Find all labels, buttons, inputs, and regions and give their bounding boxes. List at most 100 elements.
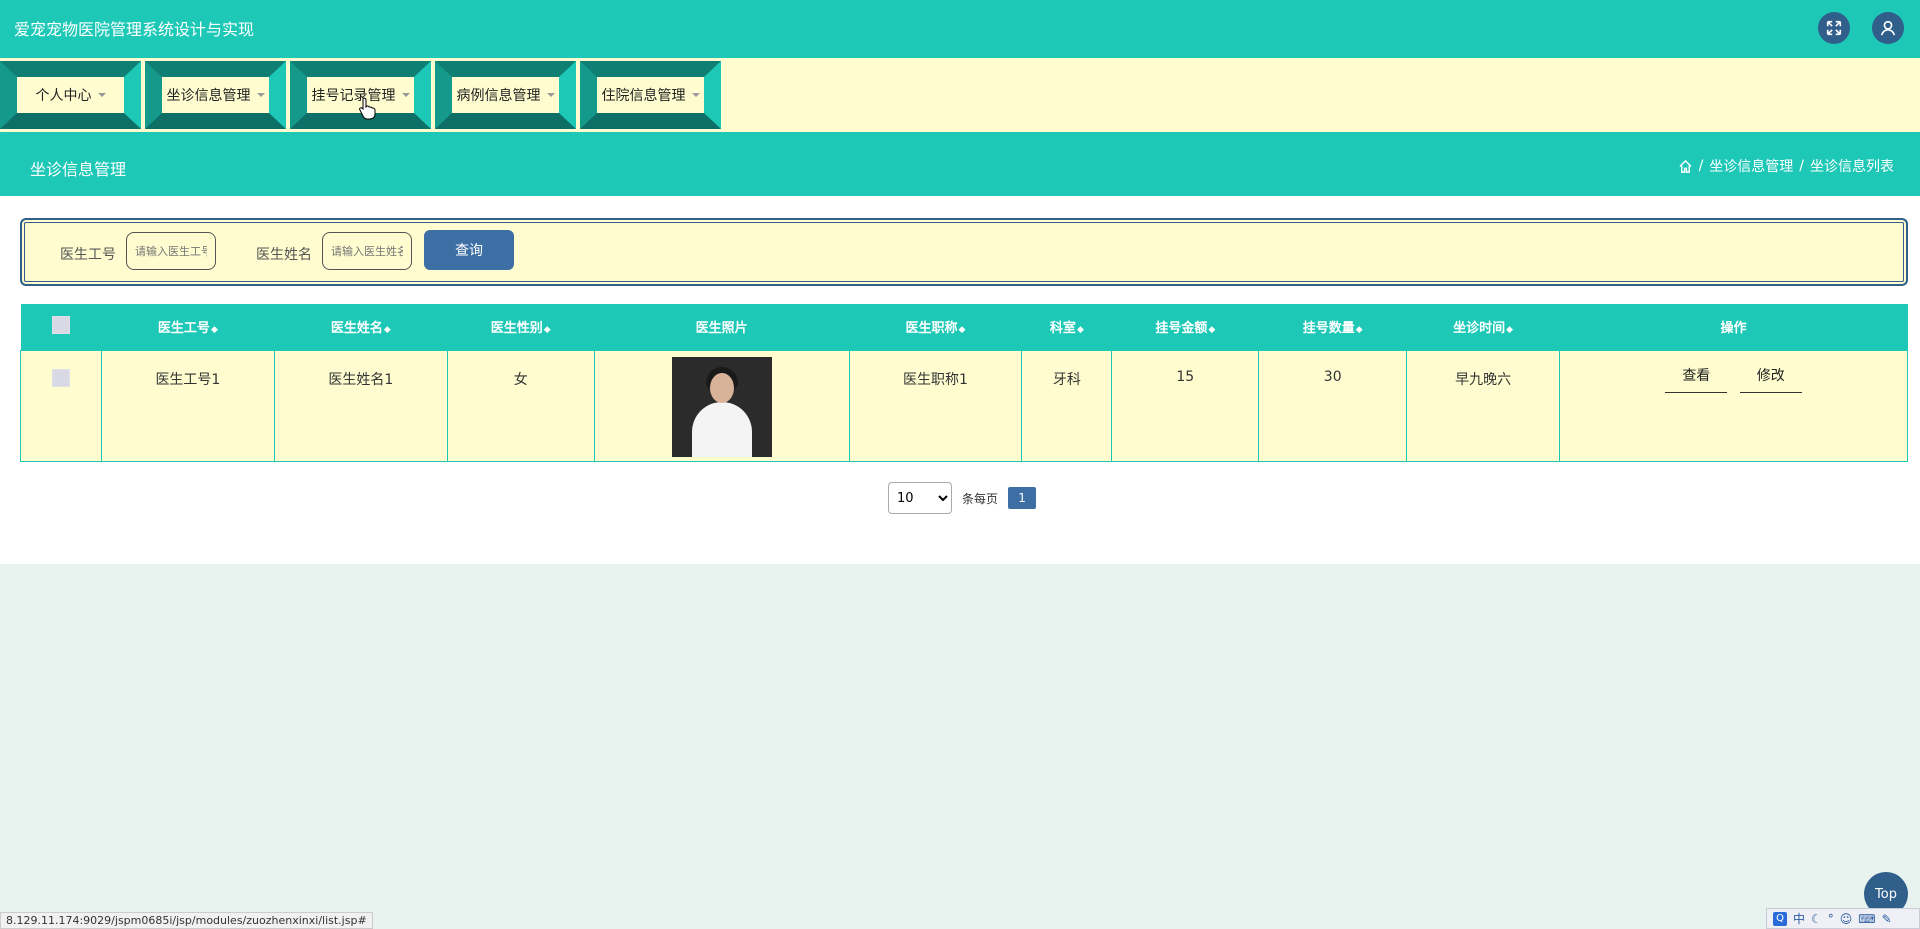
table-header-row: 医生工号◆ 医生姓名◆ 医生性别◆ 医生照片 医生职称◆ 科室◆ 挂号金额◆ 挂… (20, 304, 1908, 350)
column-header-gender[interactable]: 医生性别◆ (447, 304, 595, 350)
column-header-actions: 操作 (1559, 304, 1908, 350)
fullscreen-icon[interactable] (1818, 12, 1850, 44)
cell-department: 牙科 (1021, 349, 1113, 462)
home-icon[interactable] (1678, 159, 1693, 174)
ime-punctuation-icon[interactable]: ° (1828, 912, 1834, 926)
nav-item-inner: 病例信息管理 (452, 77, 559, 113)
cell-doctor-name: 医生姓名1 (273, 349, 448, 462)
ime-language[interactable]: 中 (1793, 910, 1805, 927)
column-header-label: 医生性别 (490, 321, 543, 337)
cell-photo (593, 349, 850, 462)
sort-icon: ◆ (383, 325, 391, 336)
column-header-fee[interactable]: 挂号金额◆ (1111, 304, 1259, 350)
status-url: 8.129.11.174:9029/jspm0685i/jsp/modules/… (0, 912, 373, 929)
photo-head (709, 372, 734, 403)
nav-item-label: 住院信息管理 (601, 88, 686, 104)
doctor-id-label: 医生工号 (60, 247, 116, 263)
sort-icon: ◆ (1506, 325, 1514, 336)
doctor-name-label: 医生姓名 (256, 247, 312, 263)
select-all-checkbox[interactable] (51, 315, 70, 334)
sort-icon: ◆ (1076, 325, 1084, 336)
column-header-department[interactable]: 科室◆ (1021, 304, 1112, 350)
row-select-cell (20, 349, 102, 462)
row-checkbox[interactable] (51, 368, 70, 387)
column-header-doctor-id[interactable]: 医生工号◆ (101, 304, 275, 350)
doctor-photo (671, 356, 772, 457)
column-header-doctor-name[interactable]: 医生姓名◆ (274, 304, 448, 350)
hand-cursor-icon (359, 97, 376, 120)
ime-settings-icon[interactable]: ✎ (1882, 912, 1892, 926)
cell-title: 医生职称1 (848, 349, 1023, 462)
caret-down-icon (256, 93, 265, 97)
ime-moon-icon[interactable]: ☾ (1811, 912, 1822, 926)
nav-item-hospitalization[interactable]: 住院信息管理 (580, 61, 721, 129)
breadcrumb-separator: / (1799, 158, 1804, 174)
column-header-label: 挂号金额 (1155, 321, 1208, 337)
breadcrumb-item[interactable]: 坐诊信息管理 (1709, 156, 1793, 176)
sort-icon: ◆ (1355, 325, 1363, 336)
column-header-label: 医生姓名 (330, 321, 383, 337)
ime-keyboard-icon[interactable]: ⌨ (1858, 912, 1875, 926)
top-navigation: 个人中心 坐诊信息管理 挂号记录管理 病例信息管理 住院信息管理 (0, 58, 1920, 132)
cell-actions: 查看 修改 (1559, 349, 1908, 462)
nav-item-inner: 坐诊信息管理 (162, 77, 269, 113)
column-header-label: 医生照片 (695, 321, 748, 337)
column-header-label: 挂号数量 (1302, 321, 1355, 337)
nav-item-label: 坐诊信息管理 (166, 88, 251, 104)
nav-item-label: 病例信息管理 (456, 88, 541, 104)
page-size-select[interactable]: 10 (888, 482, 952, 514)
column-header-label: 操作 (1720, 321, 1747, 337)
consultation-table: 医生工号◆ 医生姓名◆ 医生性别◆ 医生照片 医生职称◆ 科室◆ 挂号金额◆ 挂… (20, 304, 1908, 462)
cell-fee: 15 (1111, 349, 1260, 462)
caret-down-icon (97, 93, 106, 97)
nav-item-label: 挂号记录管理 (311, 88, 396, 104)
per-page-label: 条每页 (962, 491, 999, 506)
app-header: 爱宠宠物医院管理系统设计与实现 (0, 0, 1920, 58)
column-header-photo: 医生照片 (594, 304, 850, 350)
view-button[interactable]: 查看 (1665, 362, 1728, 393)
cell-schedule: 早九晚六 (1406, 349, 1561, 462)
cell-gender: 女 (446, 349, 595, 462)
search-button[interactable]: 查询 (424, 230, 514, 270)
select-all-header (20, 304, 102, 350)
page-title: 坐诊信息管理 (30, 160, 127, 179)
column-header-quantity[interactable]: 挂号数量◆ (1258, 304, 1407, 350)
ime-toolbar: Q 中 ☾ ° ☺ ⌨ ✎ (1766, 908, 1920, 929)
breadcrumb-separator: / (1698, 158, 1704, 174)
table-row: 医生工号1 医生姓名1 女 医生职称1 牙科 15 30 早九晚六 查看 修改 (20, 349, 1908, 462)
column-header-label: 医生工号 (157, 321, 210, 337)
user-icon[interactable] (1872, 12, 1904, 44)
page-number-button[interactable]: 1 (1008, 487, 1037, 509)
ime-logo-icon[interactable]: Q (1773, 911, 1787, 926)
doctor-name-input[interactable] (322, 232, 412, 270)
ime-emoji-icon[interactable]: ☺ (1840, 912, 1853, 926)
edit-button[interactable]: 修改 (1739, 362, 1802, 393)
breadcrumb: / 坐诊信息管理 / 坐诊信息列表 (1678, 156, 1894, 176)
caret-down-icon (401, 93, 410, 97)
column-header-title[interactable]: 医生职称◆ (849, 304, 1022, 350)
column-header-label: 科室 (1049, 321, 1076, 337)
pagination: 10 条每页 1 (888, 482, 1037, 514)
sort-icon: ◆ (210, 325, 218, 336)
app-title: 爱宠宠物医院管理系统设计与实现 (14, 20, 255, 39)
breadcrumb-item: 坐诊信息列表 (1810, 159, 1894, 175)
cell-quantity: 30 (1258, 349, 1408, 462)
nav-item-inner: 个人中心 (17, 77, 124, 113)
doctor-id-input[interactable] (126, 232, 216, 270)
nav-item-personal-center[interactable]: 个人中心 (0, 61, 141, 129)
nav-item-consultation[interactable]: 坐诊信息管理 (145, 61, 286, 129)
nav-item-inner: 住院信息管理 (597, 77, 704, 113)
column-header-label: 医生职称 (905, 321, 958, 337)
sort-icon: ◆ (1208, 325, 1216, 336)
photo-coat (691, 401, 752, 457)
cell-doctor-id: 医生工号1 (100, 349, 275, 462)
sort-icon: ◆ (543, 325, 551, 336)
nav-item-label: 个人中心 (35, 88, 92, 104)
caret-down-icon (691, 93, 700, 97)
sort-icon: ◆ (958, 325, 966, 336)
column-header-schedule[interactable]: 坐诊时间◆ (1406, 304, 1560, 350)
caret-down-icon (546, 93, 555, 97)
nav-item-case-records[interactable]: 病例信息管理 (435, 61, 576, 129)
page-title-bar: 坐诊信息管理 / 坐诊信息管理 / 坐诊信息列表 (0, 132, 1920, 196)
column-header-label: 坐诊时间 (1453, 321, 1506, 337)
